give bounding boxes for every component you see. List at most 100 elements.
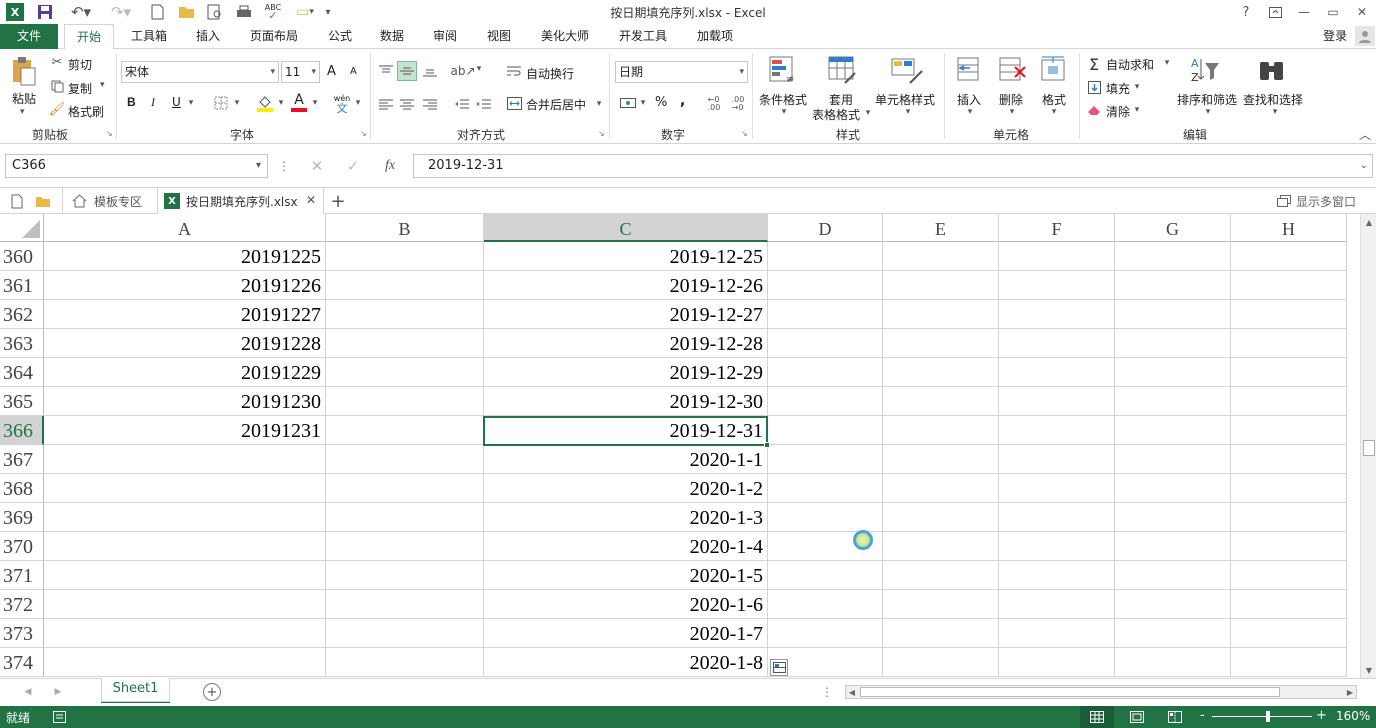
cell-g[interactable]	[1115, 503, 1231, 532]
cell-a[interactable]: 20191227	[44, 300, 326, 329]
paste-icon[interactable]	[10, 55, 38, 87]
column-header-a[interactable]: A	[44, 214, 326, 242]
cell-f[interactable]	[999, 387, 1115, 416]
sort-filter-button[interactable]: 排序和筛选	[1177, 91, 1237, 108]
merge-center-button[interactable]: 合并后居中	[526, 96, 586, 113]
row-header[interactable]: 361	[0, 271, 44, 300]
cell-a[interactable]: 20191225	[44, 242, 326, 271]
page-layout-view-icon[interactable]	[1122, 706, 1152, 728]
fill-color-icon[interactable]	[256, 93, 274, 113]
cell-a[interactable]	[44, 648, 326, 677]
cell-e[interactable]	[883, 474, 999, 503]
font-color-icon[interactable]: A	[290, 92, 308, 112]
cell-e[interactable]	[883, 416, 999, 445]
insert-function-button[interactable]: fx	[377, 156, 403, 176]
phonetic-dropdown-icon[interactable]: ▾	[353, 97, 363, 109]
column-header-b[interactable]: B	[326, 214, 484, 242]
cell-d[interactable]	[768, 387, 883, 416]
row-header[interactable]: 368	[0, 474, 44, 503]
font-color-dropdown-icon[interactable]: ▾	[310, 97, 320, 109]
phonetic-icon[interactable]: wén 文	[333, 93, 351, 115]
align-top-icon[interactable]	[376, 61, 396, 81]
merge-dropdown-icon[interactable]: ▾	[594, 98, 604, 110]
cell-b[interactable]	[326, 648, 484, 677]
format-painter-icon[interactable]: 🖌	[49, 102, 66, 117]
cell-g[interactable]	[1115, 329, 1231, 358]
cell-h[interactable]	[1231, 300, 1347, 329]
sort-filter-dropdown-icon[interactable]: ▾	[1203, 107, 1213, 117]
cell-c[interactable]: 2020-1-2	[484, 474, 768, 503]
cell-e[interactable]	[883, 242, 999, 271]
cell-a[interactable]	[44, 561, 326, 590]
cell-b[interactable]	[326, 503, 484, 532]
cell-h[interactable]	[1231, 619, 1347, 648]
cell-f[interactable]	[999, 242, 1115, 271]
cell-d[interactable]	[768, 416, 883, 445]
format-as-table-button[interactable]: 表格格式	[812, 106, 860, 123]
cell-g[interactable]	[1115, 532, 1231, 561]
copy-button[interactable]: 复制	[68, 80, 92, 97]
delete-cells-dropdown-icon[interactable]: ▾	[1007, 107, 1017, 117]
cell-f[interactable]	[999, 619, 1115, 648]
zoom-slider[interactable]	[1212, 716, 1312, 717]
shrink-font-button[interactable]: A	[350, 66, 357, 77]
cell-c[interactable]: 2019-12-25	[484, 242, 768, 271]
user-avatar[interactable]	[1355, 26, 1375, 46]
cell-c[interactable]: 2019-12-30	[484, 387, 768, 416]
cell-a[interactable]	[44, 503, 326, 532]
cell-f[interactable]	[999, 532, 1115, 561]
cell-c[interactable]: 2019-12-31	[484, 416, 768, 445]
name-box[interactable]: C366 ▾	[5, 154, 268, 178]
cell-b[interactable]	[326, 561, 484, 590]
increase-indent-icon[interactable]	[474, 94, 494, 114]
sheet-tab-sheet1[interactable]: Sheet1	[101, 678, 170, 702]
borders-icon[interactable]	[212, 95, 230, 111]
collapse-ribbon-icon[interactable]: ︿	[1358, 127, 1372, 142]
decrease-indent-icon[interactable]	[452, 94, 472, 114]
row-header[interactable]: 367	[0, 445, 44, 474]
cell-c[interactable]: 2020-1-6	[484, 590, 768, 619]
cell-g[interactable]	[1115, 590, 1231, 619]
zoom-in-button[interactable]: +	[1316, 708, 1327, 723]
help-button[interactable]: ?	[1236, 2, 1256, 22]
cell-d[interactable]	[768, 358, 883, 387]
tab-toolbox[interactable]: 工具箱	[126, 24, 172, 49]
find-select-dropdown-icon[interactable]: ▾	[1270, 107, 1280, 117]
cut-icon[interactable]: ✂	[50, 55, 64, 70]
accounting-dropdown-icon[interactable]: ▾	[638, 97, 648, 109]
fill-color-dropdown-icon[interactable]: ▾	[276, 97, 286, 109]
tab-beautify-master[interactable]: 美化大师	[535, 24, 595, 49]
wrap-text-icon[interactable]	[506, 63, 522, 79]
cell-g[interactable]	[1115, 416, 1231, 445]
scroll-down-icon[interactable]: ▼	[1363, 664, 1375, 676]
cell-d[interactable]	[768, 561, 883, 590]
cell-c[interactable]: 2020-1-1	[484, 445, 768, 474]
horizontal-scrollbar[interactable]: ◀ ▶	[845, 685, 1357, 699]
borders-dropdown-icon[interactable]: ▾	[232, 97, 242, 109]
cell-c[interactable]: 2019-12-28	[484, 329, 768, 358]
orientation-dropdown-icon[interactable]: ▾	[474, 63, 484, 75]
row-header[interactable]: 360	[0, 242, 44, 271]
cell-e[interactable]	[883, 590, 999, 619]
format-cells-dropdown-icon[interactable]: ▾	[1049, 107, 1059, 117]
merge-center-icon[interactable]	[506, 95, 522, 111]
conditional-formatting-icon[interactable]: ≠	[767, 54, 799, 86]
cell-c[interactable]: 2020-1-3	[484, 503, 768, 532]
clipboard-launcher-icon[interactable]: ↘	[106, 129, 113, 138]
cell-b[interactable]	[326, 242, 484, 271]
spreadsheet-grid[interactable]: A B C D E F G H 360 20191225 2019-12-25 361…	[0, 214, 1360, 678]
delete-cells-icon[interactable]	[997, 54, 1029, 86]
cell-c[interactable]: 2020-1-4	[484, 532, 768, 561]
zoom-slider-thumb[interactable]	[1266, 711, 1270, 722]
formula-bar-grip-icon[interactable]: ⋮	[278, 158, 290, 174]
row-header[interactable]: 366	[0, 416, 44, 445]
login-link[interactable]: 登录	[1318, 24, 1352, 49]
cell-f[interactable]	[999, 648, 1115, 677]
hscroll-grip-icon[interactable]: ⋮	[821, 684, 833, 700]
template-zone-tab[interactable]: 模板专区	[62, 188, 158, 214]
format-cells-button[interactable]: 格式	[1042, 91, 1066, 108]
cancel-entry-icon[interactable]: ✕	[304, 156, 330, 176]
orientation-icon[interactable]: ab↗	[450, 61, 475, 81]
tab-insert[interactable]: 插入	[190, 24, 226, 49]
scroll-left-icon[interactable]: ◀	[846, 686, 858, 698]
